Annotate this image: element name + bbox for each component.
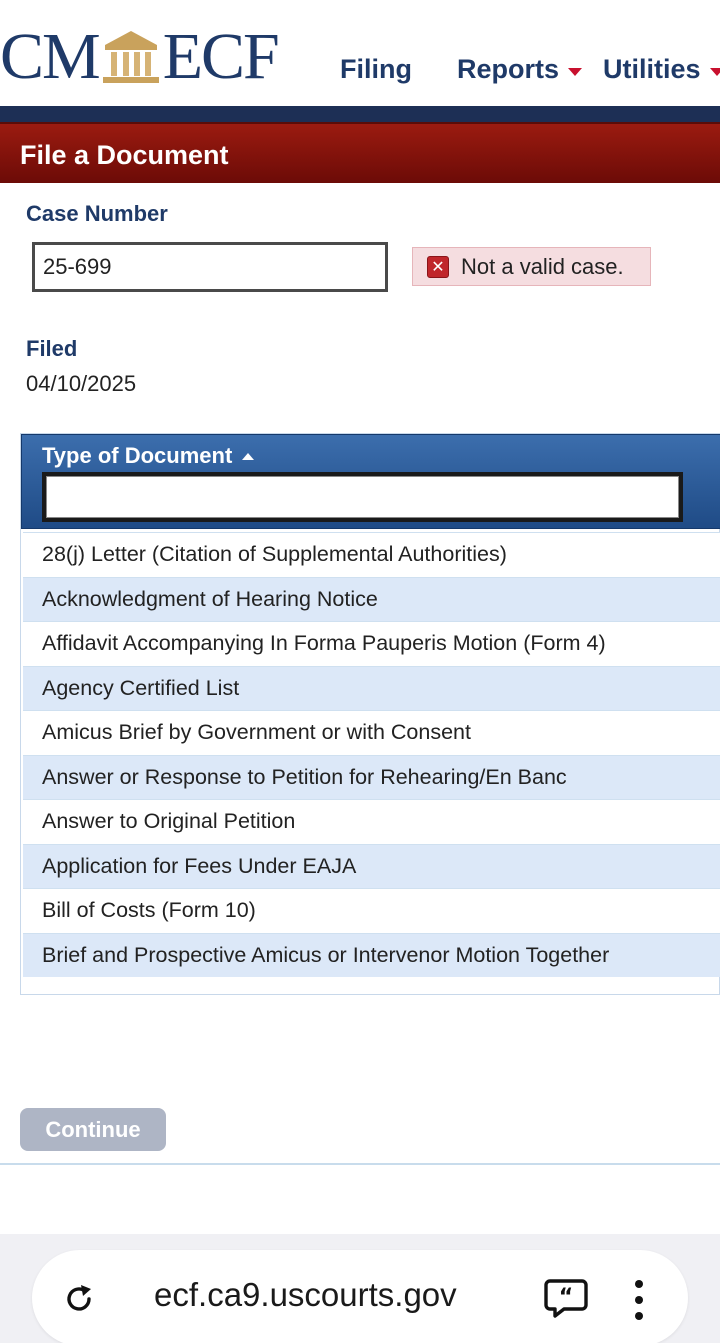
browser-address-bar: ecf.ca9.uscourts.gov “ <box>0 1234 720 1343</box>
list-item[interactable]: Answer or Response to Petition for Rehea… <box>23 754 720 799</box>
document-type-header[interactable]: Type of Document <box>21 434 720 529</box>
document-type-list[interactable]: 28(j) Letter (Citation of Supplemental A… <box>23 532 720 992</box>
nav-reports-label: Reports <box>457 54 560 84</box>
case-number-input[interactable]: 25-699 <box>32 242 388 292</box>
document-type-filter-input[interactable] <box>42 472 683 522</box>
list-item[interactable]: Brief and Prospective Amicus or Interven… <box>23 932 720 977</box>
nav-utilities-label: Utilities <box>603 54 701 84</box>
nav-filing-label: Filing <box>340 54 412 84</box>
caret-down-icon <box>709 67 720 76</box>
document-type-panel: Type of Document 28(j) Letter (Citation … <box>20 433 720 995</box>
logo-text-right: ECF <box>162 20 280 93</box>
nav-divider-bar <box>0 106 720 122</box>
document-type-sort[interactable]: Type of Document <box>42 443 255 469</box>
list-item[interactable]: Agency Certified List <box>23 665 720 710</box>
footer-divider <box>0 1163 720 1165</box>
url-text[interactable]: ecf.ca9.uscourts.gov <box>154 1276 457 1314</box>
courthouse-icon <box>102 31 159 83</box>
list-item[interactable]: Affidavit Accompanying In Forma Pauperis… <box>23 621 720 666</box>
list-item[interactable]: 28(j) Letter (Citation of Supplemental A… <box>23 532 720 577</box>
quote-bubble-icon[interactable]: “ <box>544 1278 588 1318</box>
list-item[interactable]: Acknowledgment of Hearing Notice <box>23 576 720 621</box>
svg-text:“: “ <box>559 1285 573 1310</box>
site-header: CM ECF Filing Reports Utilities <box>0 0 720 106</box>
document-type-title: Type of Document <box>42 443 233 468</box>
url-pill[interactable]: ecf.ca9.uscourts.gov “ <box>32 1250 688 1343</box>
error-x-icon: ✕ <box>427 255 449 278</box>
error-text: Not a valid case. <box>461 253 624 279</box>
page-title-bar: File a Document <box>0 122 720 183</box>
case-number-label: Case Number <box>26 201 168 226</box>
case-number-value: 25-699 <box>43 254 112 279</box>
cmecf-logo[interactable]: CM ECF <box>0 20 280 93</box>
caret-down-icon <box>568 67 583 76</box>
filed-label: Filed <box>26 336 78 361</box>
reload-icon[interactable] <box>62 1282 96 1316</box>
filed-date: 04/10/2025 <box>26 371 137 396</box>
continue-button[interactable]: Continue <box>20 1108 166 1151</box>
list-item[interactable]: Answer to Original Petition <box>23 799 720 844</box>
list-item[interactable]: Application for Fees Under EAJA <box>23 843 720 888</box>
list-item[interactable]: Amicus Brief by Government or with Conse… <box>23 710 720 755</box>
nav-reports[interactable]: Reports <box>457 54 583 85</box>
more-vert-icon[interactable] <box>630 1278 648 1322</box>
sort-ascending-icon <box>242 452 255 460</box>
case-error-message: ✕ Not a valid case. <box>412 247 651 286</box>
page-title: File a Document <box>20 140 229 170</box>
list-item[interactable]: Bill of Costs (Form 10) <box>23 888 720 933</box>
nav-filing[interactable]: Filing <box>340 54 412 85</box>
nav-utilities[interactable]: Utilities <box>603 54 720 85</box>
logo-text-left: CM <box>0 20 101 93</box>
